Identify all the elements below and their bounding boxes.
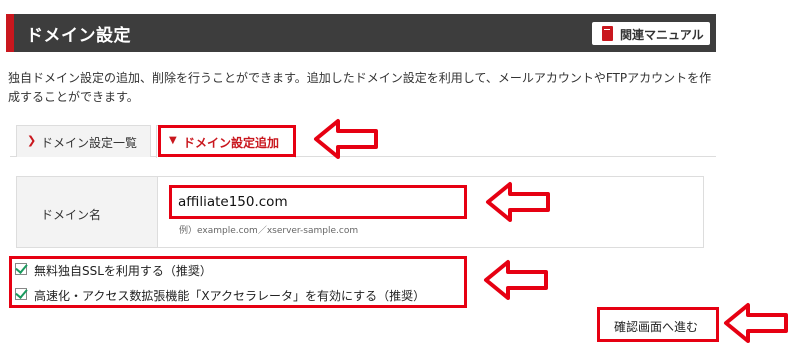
annotation-arrow-domain — [486, 182, 550, 222]
domain-form: ドメイン名 affiliate150.com 例）example.com／xse… — [16, 176, 704, 248]
ssl-checkbox[interactable] — [15, 263, 27, 275]
tab-domain-list-label: ドメイン設定一覧 — [41, 136, 138, 150]
domain-label: ドメイン名 — [41, 208, 102, 222]
domain-input[interactable]: affiliate150.com — [169, 185, 467, 219]
domain-label-cell: ドメイン名 — [17, 177, 158, 247]
accelerator-checkbox[interactable] — [15, 288, 27, 300]
page-description: 独自ドメイン設定の追加、削除を行うことができます。追加したドメイン設定を利用して… — [8, 71, 712, 104]
domain-input-value: affiliate150.com — [178, 194, 288, 210]
ssl-option-label: 無料独自SSLを利用する（推奨） — [34, 264, 212, 278]
page-header: ドメイン設定 関連マニュアル — [6, 14, 716, 52]
confirm-button-label: 確認画面へ進む — [614, 320, 699, 334]
header-accent-bar — [6, 14, 14, 52]
annotation-arrow-tab — [314, 119, 378, 159]
annotation-arrow-options — [484, 260, 548, 300]
annotation-highlight-tab — [158, 125, 296, 157]
manual-button-label: 関連マニュアル — [620, 28, 704, 42]
chevron-right-icon: ❯ — [27, 134, 37, 147]
tab-domain-list[interactable]: ❯ ドメイン設定一覧 — [16, 125, 151, 157]
book-icon — [602, 26, 613, 41]
accelerator-option-label: 高速化・アクセス数拡張機能「Xアクセラレータ」を有効にする（推奨） — [34, 289, 426, 303]
annotation-arrow-confirm — [724, 303, 788, 343]
domain-example-hint: 例）example.com／xserver-sample.com — [179, 226, 359, 236]
confirm-button[interactable]: 確認画面へ進む — [597, 307, 719, 342]
manual-button[interactable]: 関連マニュアル — [592, 22, 710, 45]
page-title: ドメイン設定 — [26, 26, 131, 46]
